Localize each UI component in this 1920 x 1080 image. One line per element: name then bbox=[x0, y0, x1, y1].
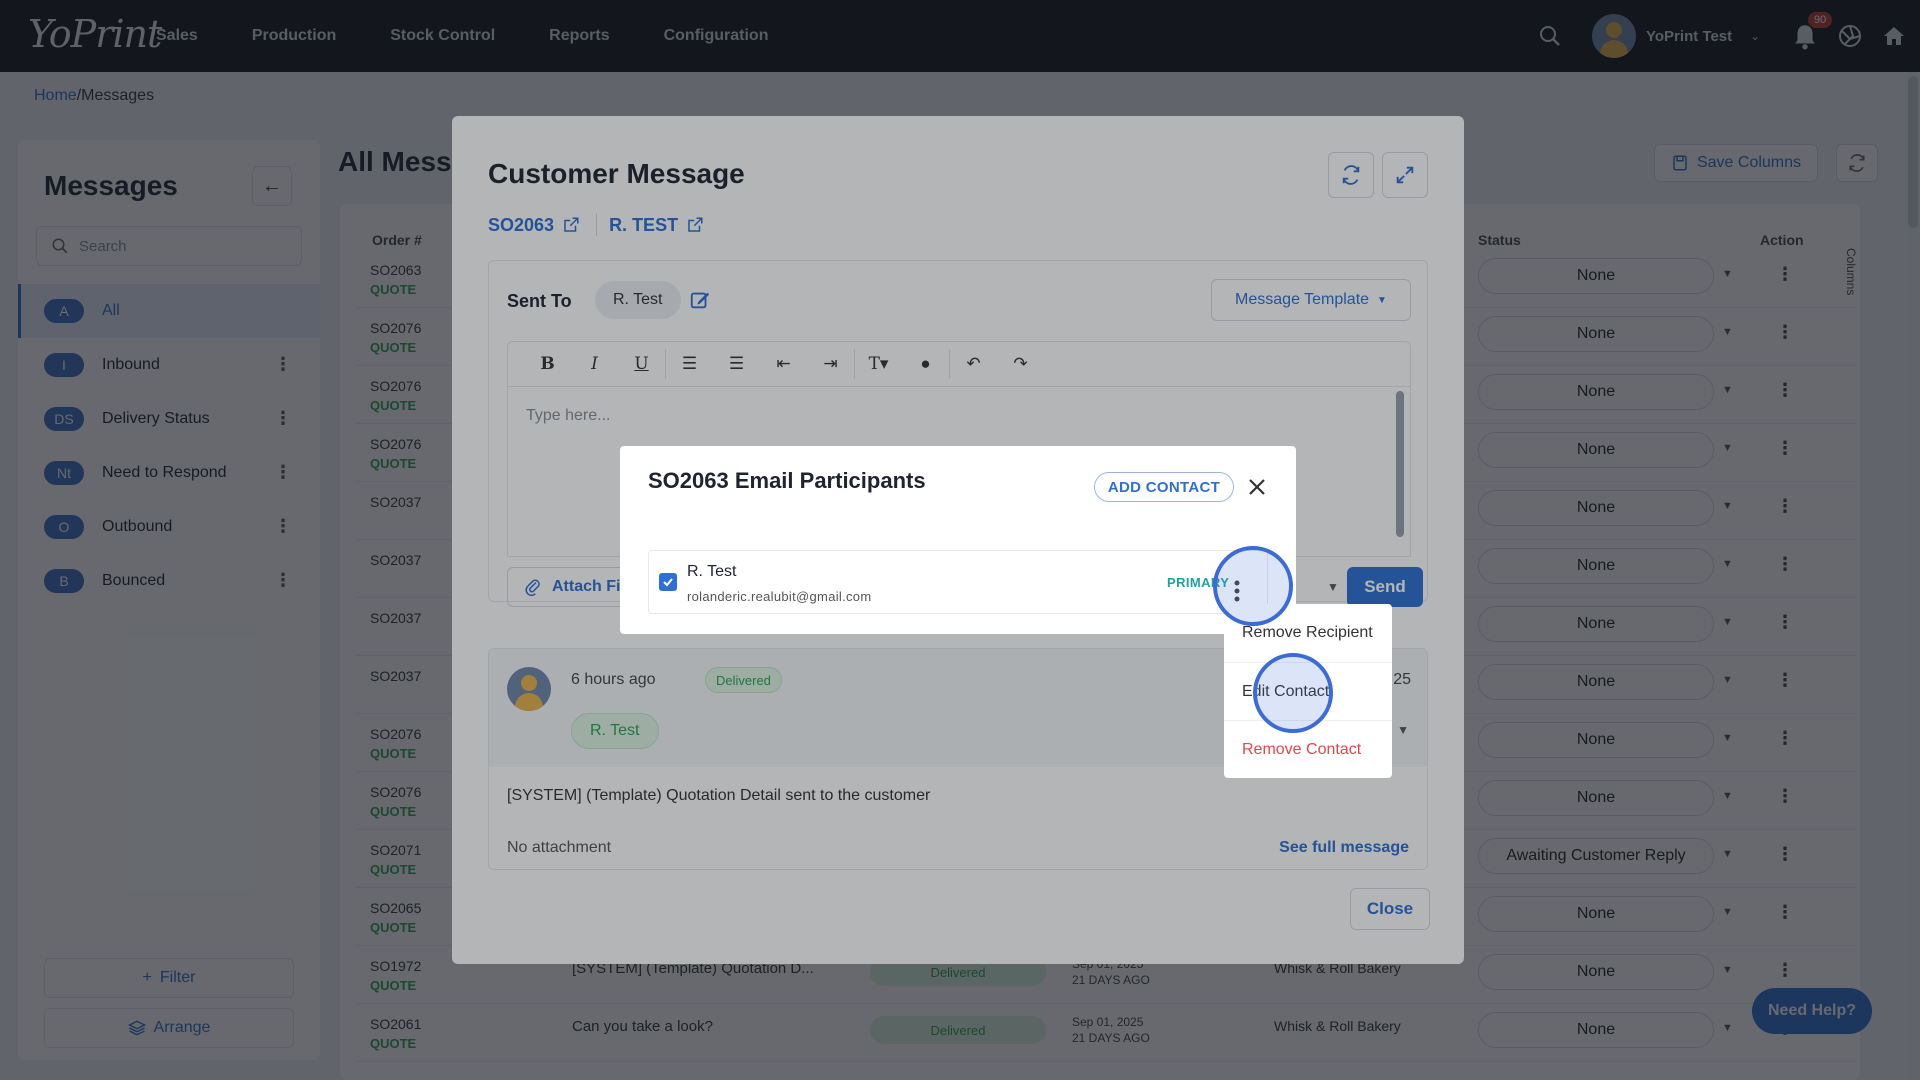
participant-row[interactable]: R. Test rolanderic.realubit@gmail.com PR… bbox=[648, 550, 1268, 614]
participant-name: R. Test bbox=[687, 563, 737, 580]
participant-checkbox[interactable] bbox=[659, 573, 677, 591]
participants-title: SO2063 Email Participants bbox=[648, 468, 926, 493]
checkmark-icon bbox=[663, 578, 673, 587]
click-highlight bbox=[1213, 546, 1293, 626]
email-participants-dialog: SO2063 Email Participants ADD CONTACT R.… bbox=[620, 446, 1296, 634]
click-highlight bbox=[1253, 653, 1333, 733]
participant-email: rolanderic.realubit@gmail.com bbox=[687, 589, 872, 604]
add-contact-button[interactable]: ADD CONTACT bbox=[1094, 472, 1234, 502]
close-icon[interactable] bbox=[1242, 472, 1272, 502]
